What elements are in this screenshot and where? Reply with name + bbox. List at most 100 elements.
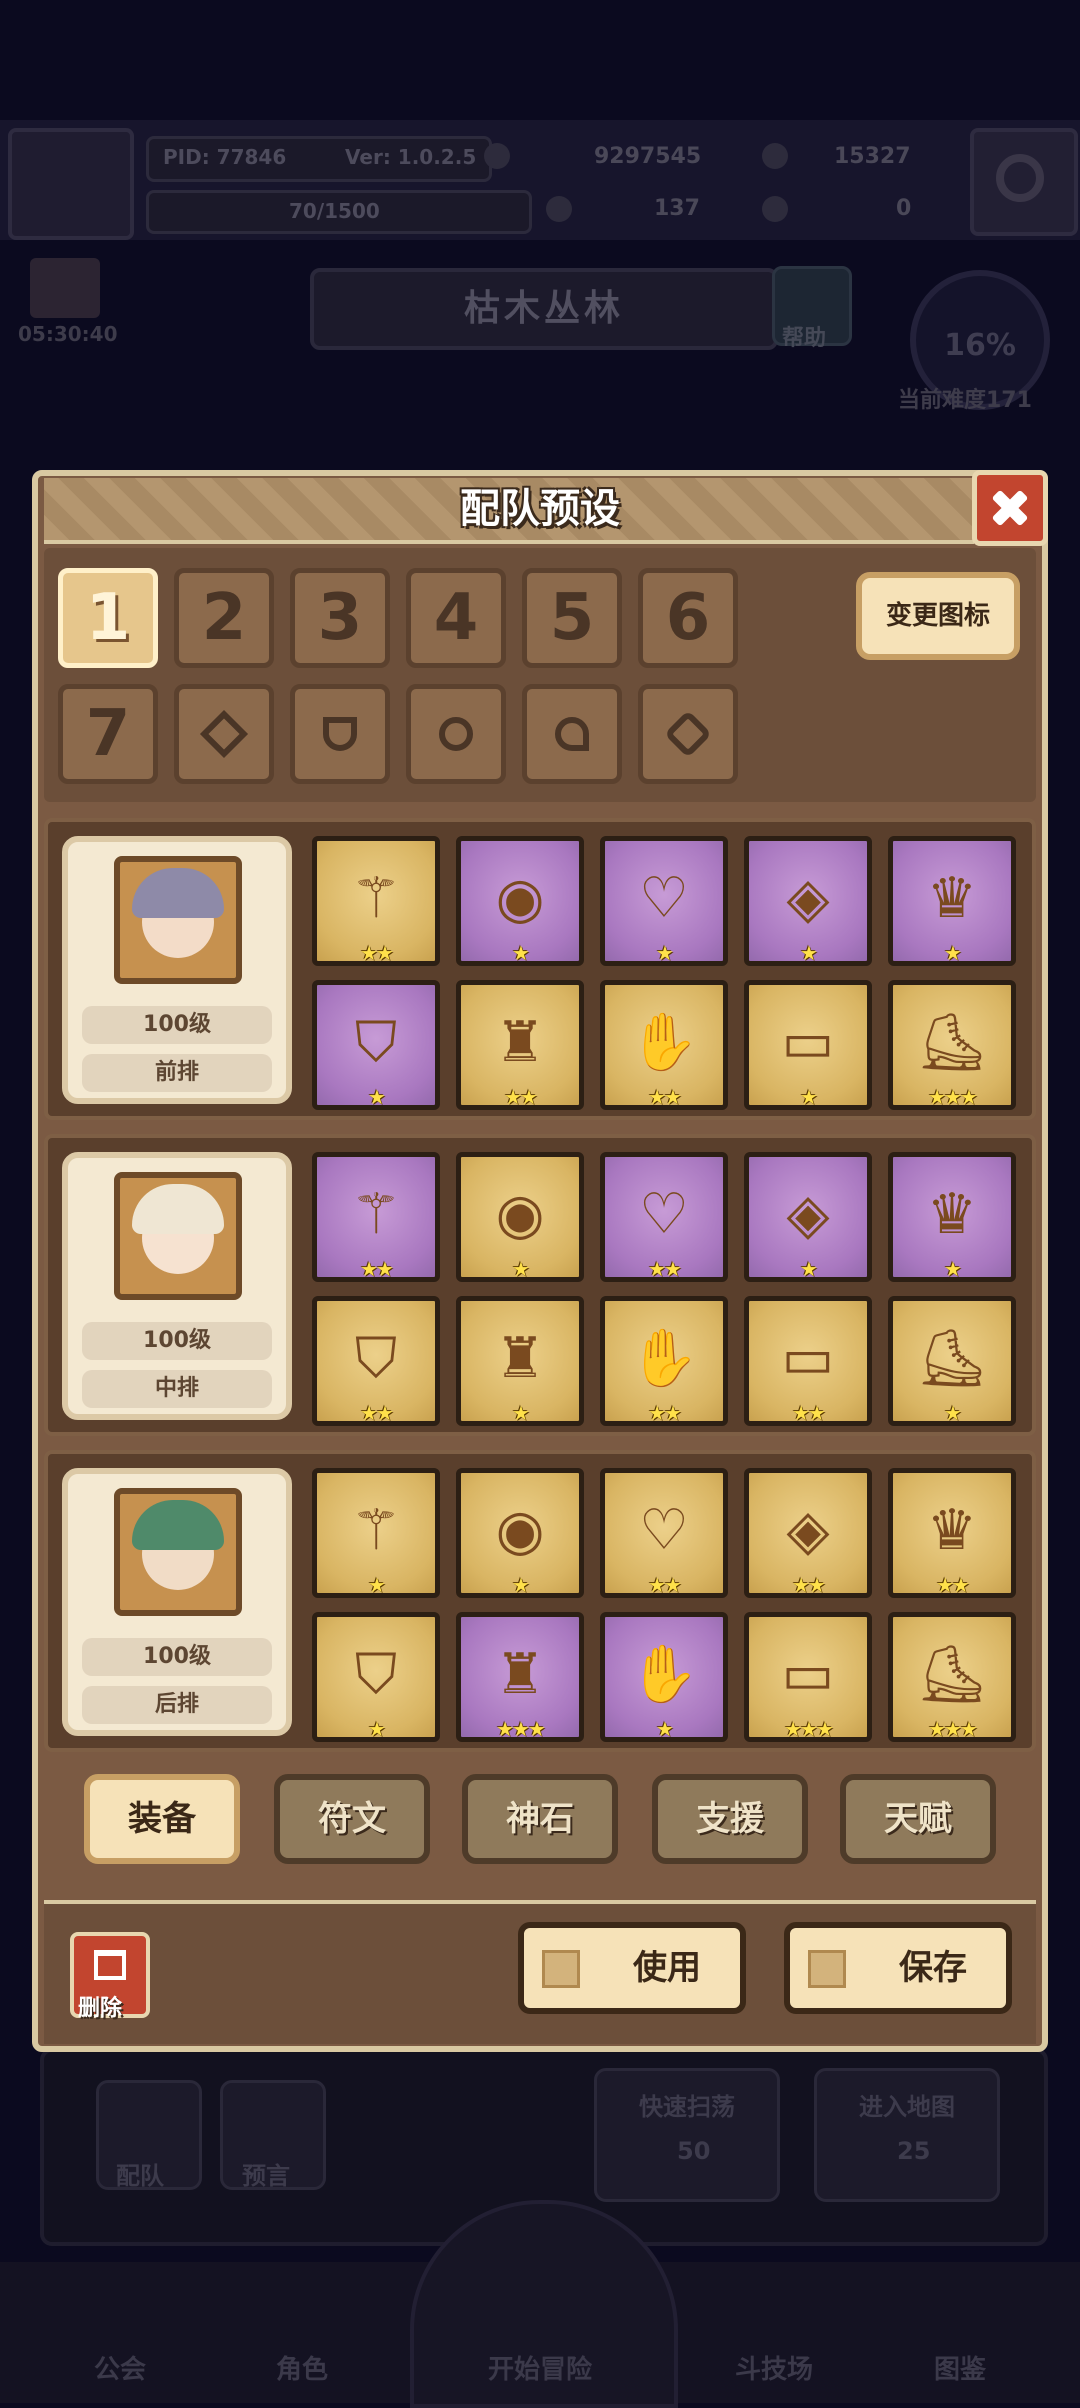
armor-icon: ♜ — [494, 1641, 546, 1707]
zone-title: 枯木丛林 — [310, 268, 778, 350]
equipment-slot[interactable]: ⛉ ★★ — [312, 1296, 440, 1426]
save-label: 保存 — [899, 1948, 967, 1988]
star-rating: ★★ — [792, 1401, 826, 1425]
equipment-slot[interactable]: ▭ ★ — [744, 980, 872, 1110]
preset-slot-7[interactable]: 7 — [58, 684, 158, 784]
equipment-slot[interactable]: ♜ ★★ — [456, 980, 584, 1110]
equipment-slot[interactable]: ◈ ★ — [744, 836, 872, 966]
preset-slot-gear[interactable] — [638, 684, 738, 784]
equipment-slot[interactable]: ⛉ ★ — [312, 980, 440, 1110]
quick-sweep-cost: 50 — [677, 2137, 711, 2165]
armor-icon: ♜ — [494, 1325, 546, 1391]
staff-icon: ⚚ — [350, 1497, 402, 1563]
equipment-slot[interactable]: ⛸ ★★★ — [888, 980, 1016, 1110]
preset-slot-staff[interactable] — [522, 684, 622, 784]
character-level: 100级 — [82, 1006, 272, 1044]
close-button[interactable] — [972, 470, 1048, 546]
star-rating: ★ — [512, 1401, 530, 1425]
forecast-button-label: 预言 — [242, 2162, 290, 2190]
star-rating: ★★★ — [928, 1717, 978, 1741]
star-rating: ★ — [944, 1257, 962, 1281]
character-hair — [132, 868, 224, 918]
equipment-slot[interactable]: ⚚ ★★ — [312, 1152, 440, 1282]
ring-icon: ◈ — [786, 1497, 830, 1563]
equipment-slot[interactable]: ✋ ★★ — [600, 980, 728, 1110]
equipment-slot[interactable]: ♡ ★ — [600, 836, 728, 966]
preset-slot-1[interactable]: 1 — [58, 568, 158, 668]
star-rating: ★ — [656, 1717, 674, 1741]
character-card-middle[interactable]: 100级 中排 — [62, 1152, 292, 1420]
preset-slot-4[interactable]: 4 — [406, 568, 506, 668]
equipment-slot[interactable]: ◈ ★ — [744, 1152, 872, 1282]
equipment-slot[interactable]: ▭ ★★★ — [744, 1612, 872, 1742]
equipment-slot[interactable]: ⚚ ★★ — [312, 836, 440, 966]
tab-talent[interactable]: 天赋 — [840, 1774, 996, 1864]
preset-slot-bow[interactable] — [406, 684, 506, 784]
necklace-icon: ♡ — [638, 865, 690, 931]
tab-divine-stone[interactable]: 神石 — [462, 1774, 618, 1864]
nav-arena: 斗技场 — [734, 2355, 813, 2385]
equipment-slot[interactable]: ♛ ★ — [888, 836, 1016, 966]
star-rating: ★★ — [360, 1257, 394, 1281]
preset-slot-shield[interactable] — [290, 684, 390, 784]
nav-character: 角色 — [275, 2355, 328, 2385]
equipment-slot[interactable]: ♜ ★ — [456, 1296, 584, 1426]
equipment-slot[interactable]: ♜ ★★★ — [456, 1612, 584, 1742]
equipment-slot[interactable]: ◉ ★ — [456, 1152, 584, 1282]
equipment-slot[interactable]: ◈ ★★ — [744, 1468, 872, 1598]
character-portrait — [114, 1172, 242, 1300]
orb-icon: ◉ — [495, 1181, 545, 1247]
gem-icon — [762, 143, 788, 169]
tab-support[interactable]: 支援 — [652, 1774, 808, 1864]
use-button[interactable]: 使用 — [518, 1922, 746, 2014]
character-position: 后排 — [82, 1686, 272, 1724]
star-rating: ★ — [800, 941, 818, 965]
equipment-slot[interactable]: ▭ ★★ — [744, 1296, 872, 1426]
star-rating: ★★ — [936, 1573, 970, 1597]
equipment-slot[interactable]: ♛ ★ — [888, 1152, 1016, 1282]
star-rating: ★★ — [648, 1573, 682, 1597]
armor-icon: ♜ — [494, 1009, 546, 1075]
equipment-slot[interactable]: ◉ ★ — [456, 1468, 584, 1598]
nav-codex: 图鉴 — [933, 2355, 986, 2385]
star-rating: ★ — [368, 1085, 386, 1109]
equipment-slot[interactable]: ♡ ★★ — [600, 1468, 728, 1598]
boots-icon: ⛸ — [916, 1641, 988, 1707]
orb-icon: ◉ — [495, 1497, 545, 1563]
equipment-slot[interactable]: ◉ ★ — [456, 836, 584, 966]
preset-slot-3[interactable]: 3 — [290, 568, 390, 668]
preset-slot-6[interactable]: 6 — [638, 568, 738, 668]
clover-icon — [546, 196, 572, 222]
equipment-slot[interactable]: ⛉ ★ — [312, 1612, 440, 1742]
character-card-back[interactable]: 100级 后排 — [62, 1468, 292, 1736]
equipment-slot[interactable]: ⛸ ★ — [888, 1296, 1016, 1426]
preset-slot-5[interactable]: 5 — [522, 568, 622, 668]
star-rating: ★★ — [504, 1085, 538, 1109]
gold-count: 9297545 — [594, 144, 702, 169]
equipment-slot[interactable]: ♛ ★★ — [888, 1468, 1016, 1598]
equipment-slot[interactable]: ✋ ★ — [600, 1612, 728, 1742]
bow-icon — [439, 717, 473, 751]
star-rating: ★ — [800, 1257, 818, 1281]
preset-slot-2[interactable]: 2 — [174, 568, 274, 668]
change-icon-button[interactable]: 变更图标 — [856, 572, 1020, 660]
equipment-slot[interactable]: ♡ ★★ — [600, 1152, 728, 1282]
equipment-slot[interactable]: ✋ ★★ — [600, 1296, 728, 1426]
equipment-slot[interactable]: ⛸ ★★★ — [888, 1612, 1016, 1742]
save-button[interactable]: 保存 — [784, 1922, 1012, 2014]
star-rating: ★ — [368, 1717, 386, 1741]
tab-runes[interactable]: 符文 — [274, 1774, 430, 1864]
crown-ring-icon: ♛ — [926, 1181, 978, 1247]
belt-icon: ▭ — [781, 1641, 835, 1707]
tab-equipment[interactable]: 装备 — [84, 1774, 240, 1864]
boots-icon: ⛸ — [916, 1009, 988, 1075]
difficulty-label: 当前难度171 — [898, 388, 1032, 413]
equipment-slot[interactable]: ⚚ ★ — [312, 1468, 440, 1598]
preset-slot-sword[interactable] — [174, 684, 274, 784]
enter-map-button: 进入地图 25 — [814, 2068, 1000, 2202]
star-rating: ★ — [944, 1401, 962, 1425]
gift-icon — [30, 258, 100, 318]
gift-timer: 05:30:40 — [18, 322, 118, 346]
character-card-front[interactable]: 100级 前排 — [62, 836, 292, 1104]
star-rating: ★★ — [648, 1085, 682, 1109]
